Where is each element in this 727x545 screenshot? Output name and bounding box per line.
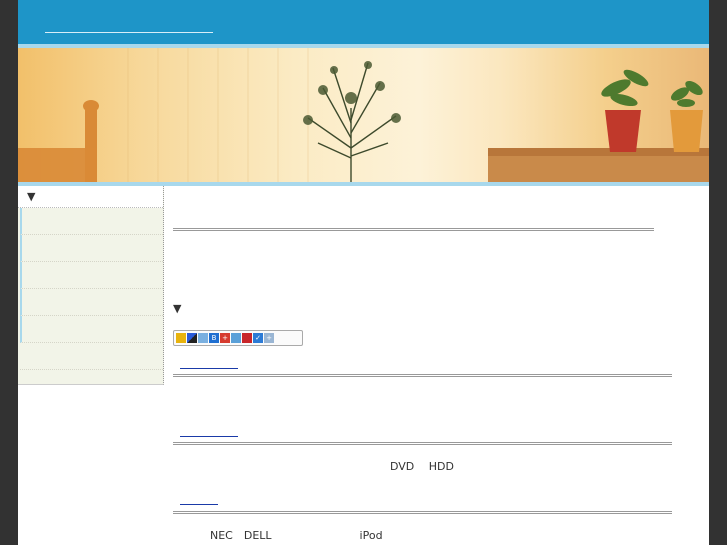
article-divider — [173, 374, 672, 377]
sidebar-item[interactable] — [20, 235, 163, 262]
article-text: DVD HDD — [390, 460, 454, 473]
bookmark-icon[interactable] — [176, 333, 186, 343]
main-content: ▼ B + ✓ + DVD HDD NEC DELL iPod — [164, 186, 709, 545]
site-title-link[interactable] — [45, 18, 213, 33]
clip-icon[interactable] — [198, 333, 208, 343]
sidebar: ▼ — [18, 186, 164, 385]
pencil-icon[interactable] — [231, 333, 241, 343]
page: ▼ ▼ B + ✓ + DVD HDD NEC DELL iPod — [18, 0, 709, 545]
sidebar-item[interactable] — [20, 208, 163, 235]
section-marker: ▼ — [173, 302, 182, 315]
article-divider — [173, 442, 672, 445]
hatena-bookmark-icon[interactable]: B — [209, 333, 219, 343]
article-text: NEC DELL iPod — [210, 529, 383, 542]
article-link[interactable] — [180, 424, 238, 437]
buzzurl-icon[interactable]: + — [220, 333, 230, 343]
article-link[interactable] — [180, 492, 218, 505]
article-link[interactable] — [180, 356, 238, 369]
livedoor-clip-icon[interactable] — [242, 333, 252, 343]
header-banner-image — [18, 48, 709, 182]
sidebar-item[interactable] — [20, 316, 163, 343]
add-icon[interactable]: + — [264, 333, 274, 343]
title-divider — [173, 228, 654, 231]
delicious-icon[interactable] — [187, 333, 197, 343]
banner-illustration — [18, 48, 709, 182]
site-header — [18, 0, 709, 44]
social-bookmark-toolbar: B + ✓ + — [173, 330, 303, 346]
sidebar-item[interactable] — [20, 262, 163, 289]
check-icon[interactable]: ✓ — [253, 333, 263, 343]
article-divider — [173, 511, 672, 514]
sidebar-item[interactable] — [20, 289, 163, 316]
sidebar-item[interactable] — [20, 343, 163, 370]
sidebar-heading: ▼ — [18, 186, 163, 208]
